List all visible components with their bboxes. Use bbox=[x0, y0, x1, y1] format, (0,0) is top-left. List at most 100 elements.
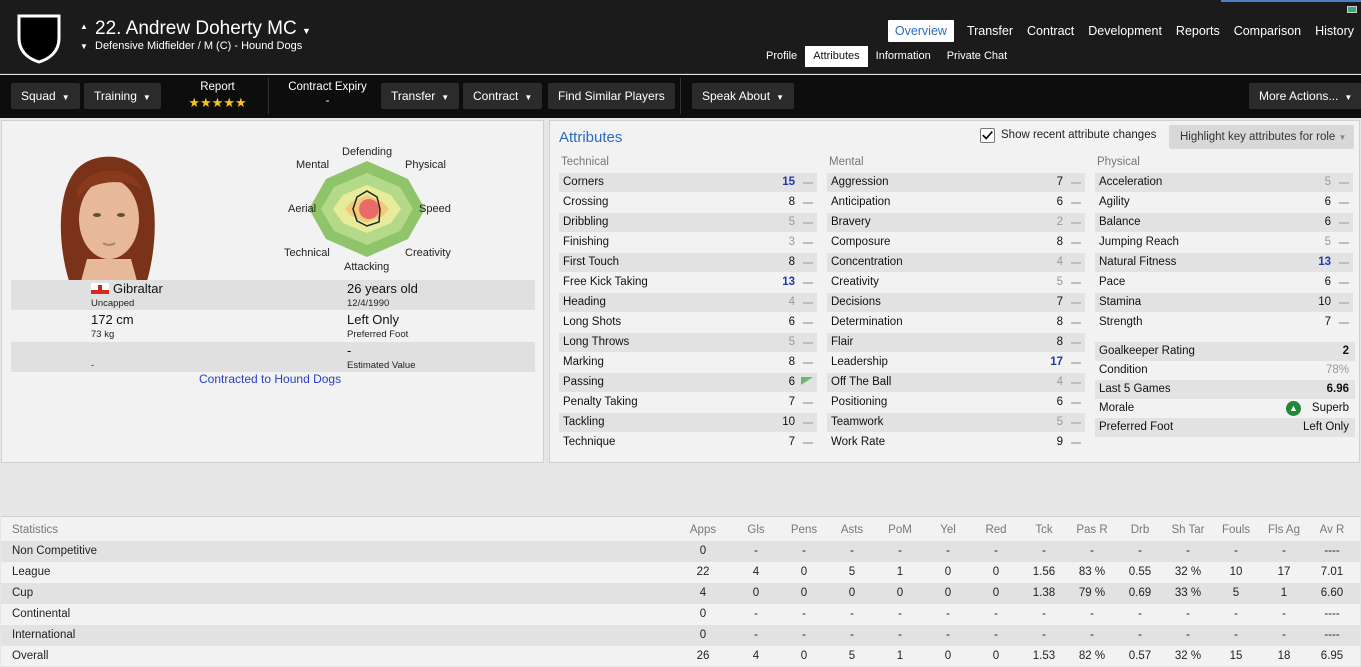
attribute-row[interactable]: Natural Fitness 13 bbox=[1095, 253, 1353, 272]
attribute-name: Aggression bbox=[831, 176, 889, 188]
attribute-row[interactable]: First Touch 8 bbox=[559, 253, 817, 272]
attribute-name: Tackling bbox=[563, 416, 605, 428]
chevron-down-icon: ▼ bbox=[776, 93, 784, 102]
stat-column-header[interactable]: Gls bbox=[731, 524, 781, 536]
attribute-row[interactable]: Determination 8 bbox=[827, 313, 1085, 332]
stat-row: Continental 0- - - - - - - - - - - - ---- bbox=[1, 604, 1360, 625]
attribute-row[interactable]: Strength 7 bbox=[1095, 313, 1353, 332]
attribute-row[interactable]: Leadership 17 bbox=[827, 353, 1085, 372]
attribute-row[interactable]: Dribbling 5 bbox=[559, 213, 817, 232]
attribute-row[interactable]: Long Throws 5 bbox=[559, 333, 817, 352]
stat-cell: - bbox=[1042, 608, 1046, 620]
stat-column-header[interactable]: Fouls bbox=[1211, 524, 1261, 536]
tab-history[interactable]: History bbox=[1308, 20, 1361, 42]
speak-about-button[interactable]: Speak About ▼ bbox=[692, 83, 794, 109]
transfer-button[interactable]: Transfer ▼ bbox=[381, 83, 460, 109]
attribute-row[interactable]: Composure 8 bbox=[827, 233, 1085, 252]
caps-value: Uncapped bbox=[91, 298, 135, 309]
highlight-key-attributes-dropdown[interactable]: Highlight key attributes for role ▼ bbox=[1169, 125, 1354, 149]
attribute-name: Leadership bbox=[831, 356, 888, 368]
player-menu-caret-icon[interactable]: ▼ bbox=[302, 26, 311, 36]
attribute-name: Acceleration bbox=[1099, 176, 1163, 188]
stat-column-header[interactable]: Drb bbox=[1115, 524, 1165, 536]
training-button[interactable]: Training ▼ bbox=[84, 83, 161, 109]
attribute-row[interactable]: Free Kick Taking 13 bbox=[559, 273, 817, 292]
attribute-row[interactable]: Teamwork 5 bbox=[827, 413, 1085, 432]
stat-column-header[interactable]: Av R bbox=[1307, 524, 1357, 536]
stat-column-header[interactable]: Yel bbox=[923, 524, 973, 536]
stat-row-label: Cup bbox=[12, 587, 34, 599]
attribute-value: 6 bbox=[1056, 196, 1063, 208]
attribute-row[interactable]: Tackling 10 bbox=[559, 413, 817, 432]
subtab-information[interactable]: Information bbox=[868, 46, 939, 67]
tab-contract[interactable]: Contract bbox=[1020, 20, 1081, 42]
next-player-icon[interactable]: ▼ bbox=[80, 42, 88, 51]
attribute-row[interactable]: Creativity 5 bbox=[827, 273, 1085, 292]
squad-button[interactable]: Squad ▼ bbox=[11, 83, 80, 109]
player-face-image bbox=[60, 156, 155, 281]
attribute-row[interactable]: Acceleration 5 bbox=[1095, 173, 1353, 192]
attribute-row[interactable]: Work Rate 9 bbox=[827, 433, 1085, 452]
stat-column-header[interactable]: Apps bbox=[678, 524, 728, 536]
previous-player-icon[interactable]: ▲ bbox=[80, 22, 88, 31]
find-similar-players-button[interactable]: Find Similar Players bbox=[548, 83, 675, 109]
tab-overview[interactable]: Overview bbox=[887, 20, 954, 42]
subtab-profile[interactable]: Profile bbox=[758, 46, 805, 67]
show-recent-changes-label[interactable]: Show recent attribute changes bbox=[1001, 129, 1156, 141]
contract-status-link[interactable]: Contracted to Hound Dogs bbox=[199, 372, 341, 386]
attribute-name: Crossing bbox=[563, 196, 609, 208]
attribute-trend-icon bbox=[1071, 422, 1081, 424]
tab-development[interactable]: Development bbox=[1081, 20, 1169, 42]
attribute-row[interactable]: Off The Ball 4 bbox=[827, 373, 1085, 392]
stat-column-header[interactable]: Sh Tar bbox=[1163, 524, 1213, 536]
attributes-title: Attributes bbox=[559, 129, 623, 146]
stat-column-header[interactable]: Asts bbox=[827, 524, 877, 536]
attribute-row[interactable]: Marking 8 bbox=[559, 353, 817, 372]
tab-transfer[interactable]: Transfer bbox=[960, 20, 1020, 42]
stat-column-header[interactable]: PoM bbox=[875, 524, 925, 536]
attribute-row[interactable]: Long Shots 6 bbox=[559, 313, 817, 332]
attribute-row[interactable]: Finishing 3 bbox=[559, 233, 817, 252]
attribute-row[interactable]: Jumping Reach 5 bbox=[1095, 233, 1353, 252]
attribute-row[interactable]: Technique 7 bbox=[559, 433, 817, 452]
attribute-row[interactable]: Balance 6 bbox=[1095, 213, 1353, 232]
stat-cell: 5 bbox=[1232, 587, 1240, 599]
stat-cell: - bbox=[898, 629, 902, 641]
attribute-row[interactable]: Stamina 10 bbox=[1095, 293, 1353, 312]
attribute-row[interactable]: Aggression 7 bbox=[827, 173, 1085, 192]
attribute-row[interactable]: Penalty Taking 7 bbox=[559, 393, 817, 412]
nation-value[interactable]: Gibraltar bbox=[113, 281, 163, 296]
attribute-trend-icon bbox=[803, 262, 813, 264]
attribute-row[interactable]: Flair 8 bbox=[827, 333, 1085, 352]
stat-cell: 6.60 bbox=[1320, 587, 1344, 599]
stat-cell: 10 bbox=[1229, 566, 1243, 578]
stat-cell: - bbox=[1090, 608, 1094, 620]
contract-button[interactable]: Contract ▼ bbox=[463, 83, 543, 109]
attribute-row[interactable]: Crossing 8 bbox=[559, 193, 817, 212]
stat-column-header[interactable]: Fls Ag bbox=[1259, 524, 1309, 536]
attribute-row[interactable]: Pace 6 bbox=[1095, 273, 1353, 292]
stat-column-header[interactable]: Pas R bbox=[1067, 524, 1117, 536]
tab-reports[interactable]: Reports bbox=[1169, 20, 1227, 42]
stat-column-header[interactable]: Tck bbox=[1019, 524, 1069, 536]
stat-column-header[interactable]: Pens bbox=[779, 524, 829, 536]
show-recent-changes-checkbox[interactable] bbox=[980, 128, 995, 143]
subtab-attributes[interactable]: Attributes bbox=[805, 46, 868, 67]
subtab-private-chat[interactable]: Private Chat bbox=[939, 46, 1016, 67]
attribute-row[interactable]: Passing 6 bbox=[559, 373, 817, 392]
attribute-row[interactable]: Decisions 7 bbox=[827, 293, 1085, 312]
attribute-row[interactable]: Positioning 6 bbox=[827, 393, 1085, 412]
tab-comparison[interactable]: Comparison bbox=[1227, 20, 1308, 42]
attribute-row[interactable]: Anticipation 6 bbox=[827, 193, 1085, 212]
report-stars[interactable]: ★★★★★ bbox=[180, 95, 255, 111]
attribute-value: 4 bbox=[1056, 256, 1063, 268]
attribute-row[interactable]: Bravery 2 bbox=[827, 213, 1085, 232]
attribute-row[interactable]: Heading 4 bbox=[559, 293, 817, 312]
attribute-row[interactable]: Concentration 4 bbox=[827, 253, 1085, 272]
statistics-title: Statistics bbox=[12, 524, 59, 536]
attribute-row[interactable]: Agility 6 bbox=[1095, 193, 1353, 212]
stat-cell: - bbox=[802, 608, 806, 620]
more-actions-button[interactable]: More Actions... ▼ bbox=[1249, 83, 1361, 109]
attribute-row[interactable]: Corners 15 bbox=[559, 173, 817, 192]
stat-column-header[interactable]: Red bbox=[971, 524, 1021, 536]
